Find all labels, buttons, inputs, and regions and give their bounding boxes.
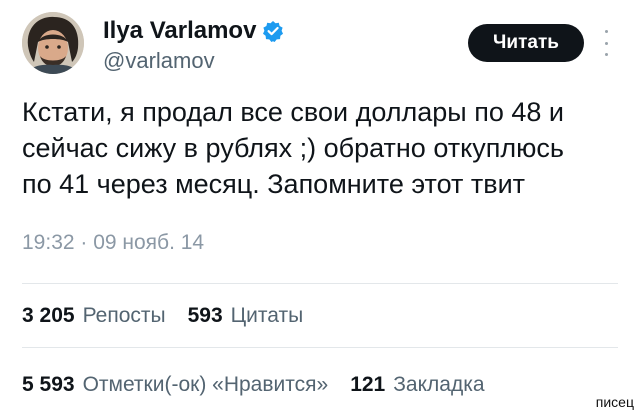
reposts-stat[interactable]: 3 205 Репосты bbox=[22, 303, 166, 329]
bookmarks-label: Закладка bbox=[393, 373, 485, 396]
divider bbox=[22, 347, 618, 348]
quotes-label: Цитаты bbox=[230, 304, 304, 327]
bookmarks-count: 121 bbox=[350, 373, 386, 396]
tweet-text: Кстати, я продал все свои доллары по 48 … bbox=[22, 94, 622, 202]
author-handle[interactable]: @varlamov bbox=[103, 48, 215, 74]
bookmarks-stat[interactable]: 121 Закладка bbox=[350, 372, 484, 398]
tweet-text-line: по 41 через месяц. Запомните этот твит bbox=[22, 169, 526, 199]
tweet-text-line: Кстати, я продал все свои доллары по 48 … bbox=[22, 97, 564, 127]
divider bbox=[22, 283, 618, 284]
watermark: писец bbox=[595, 394, 634, 410]
reposts-label: Репосты bbox=[82, 304, 166, 327]
tweet-text-line: сейчас сижу в рублях ;) обратно откуплюс… bbox=[22, 133, 564, 163]
more-options-icon[interactable] bbox=[600, 30, 612, 56]
reposts-count: 3 205 bbox=[22, 304, 75, 327]
verified-badge-icon bbox=[262, 20, 284, 42]
quotes-count: 593 bbox=[187, 304, 223, 327]
likes-label: Отметки(-ок) «Нравится» bbox=[82, 373, 329, 396]
author-display-name-row[interactable]: Ilya Varlamov bbox=[103, 17, 284, 45]
follow-button[interactable]: Читать bbox=[468, 24, 584, 62]
stats-row-reposts-quotes: 3 205 Репосты 593 Цитаты bbox=[22, 303, 303, 329]
quotes-stat[interactable]: 593 Цитаты bbox=[188, 303, 304, 329]
likes-stat[interactable]: 5 593 Отметки(-ок) «Нравится» bbox=[22, 372, 328, 398]
likes-count: 5 593 bbox=[22, 373, 75, 396]
stats-row-likes-bookmarks: 5 593 Отметки(-ок) «Нравится» 121 Закладка bbox=[22, 372, 485, 398]
tweet-timestamp[interactable]: 19:32 · 09 нояб. 14 bbox=[22, 230, 204, 256]
avatar[interactable] bbox=[22, 12, 84, 74]
author-display-name[interactable]: Ilya Varlamov bbox=[103, 17, 256, 45]
